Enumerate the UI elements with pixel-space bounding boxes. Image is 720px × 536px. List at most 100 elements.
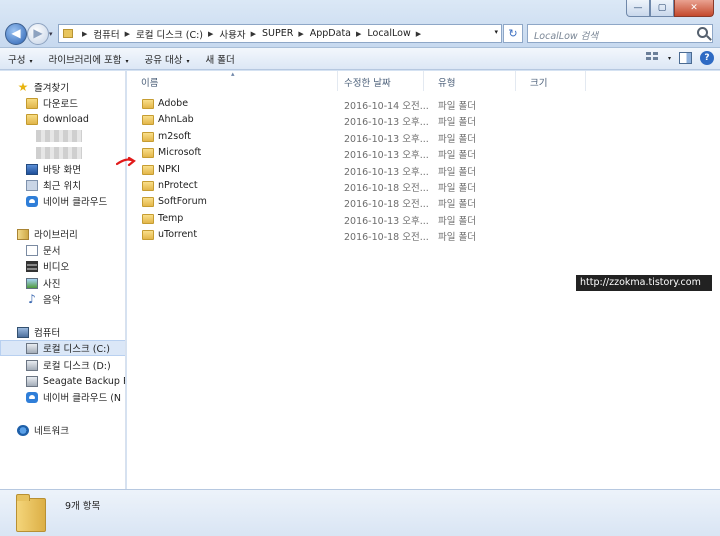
picture-icon bbox=[26, 277, 38, 289]
sidebar-item-documents[interactable]: 문서 bbox=[26, 242, 125, 258]
annotation-arrow-icon bbox=[116, 156, 136, 167]
details-pane: 9개 항목 bbox=[0, 489, 720, 536]
sort-ascending-icon: ▴ bbox=[231, 70, 235, 78]
folder-icon bbox=[26, 113, 38, 125]
folder-icon bbox=[142, 99, 154, 109]
file-type: 파일 폴더 bbox=[438, 166, 476, 178]
close-button[interactable]: ✕ bbox=[674, 0, 714, 17]
file-row[interactable]: m2soft 2016-10-13 오후... 파일 폴더 bbox=[127, 129, 720, 145]
file-type: 파일 폴더 bbox=[438, 150, 476, 162]
folder-icon bbox=[16, 494, 46, 532]
sidebar-item-local-disk-c[interactable]: 로컬 디스크 (C:) bbox=[0, 340, 125, 356]
breadcrumb-appdata[interactable]: AppData ▶ bbox=[310, 28, 368, 39]
sidebar-item-network[interactable]: 네트워크 bbox=[17, 422, 125, 438]
sidebar-item-downloads[interactable]: 다운로드 bbox=[26, 95, 125, 111]
search-icon[interactable] bbox=[697, 27, 708, 38]
desktop-icon bbox=[26, 163, 38, 175]
column-header-size[interactable]: 크기 bbox=[516, 71, 586, 91]
item-count: 9개 항목 bbox=[65, 501, 101, 512]
sidebar-item-music[interactable]: ♪ 음악 bbox=[26, 291, 125, 307]
file-date: 2016-10-13 오후... bbox=[344, 166, 429, 178]
drive-icon bbox=[26, 359, 38, 371]
refresh-button[interactable]: ↻ bbox=[503, 24, 523, 43]
column-header-date[interactable]: 수정한 날짜 bbox=[330, 71, 424, 91]
command-bar: 구성 ▾ 라이브러리에 포함 ▾ 공유 대상 ▾ 새 폴더 ▾ ? bbox=[0, 48, 720, 70]
breadcrumb-super[interactable]: SUPER ▶ bbox=[262, 28, 310, 39]
search-input[interactable]: LocalLow 검색 bbox=[527, 24, 713, 43]
file-row[interactable]: Temp 2016-10-13 오후... 파일 폴더 bbox=[127, 211, 720, 227]
minimize-button[interactable]: — bbox=[626, 0, 650, 17]
file-name: nProtect bbox=[158, 180, 198, 191]
file-row[interactable]: AhnLab 2016-10-13 오후... 파일 폴더 bbox=[127, 112, 720, 128]
preview-pane-icon[interactable] bbox=[679, 52, 692, 64]
sidebar-item-recent[interactable]: 최근 위치 bbox=[26, 177, 125, 193]
star-icon: ★ bbox=[17, 79, 29, 94]
sidebar-item-desktop[interactable]: 바탕 화면 bbox=[26, 161, 125, 177]
share-with-button[interactable]: 공유 대상 ▾ bbox=[136, 52, 197, 66]
sidebar-item-favorites[interactable]: ★ 즐겨찾기 bbox=[17, 79, 125, 95]
blurred-item bbox=[36, 130, 82, 142]
breadcrumb-users[interactable]: 사용자 ▶ bbox=[219, 27, 262, 41]
forward-button[interactable]: ▶ bbox=[27, 23, 49, 45]
sidebar-item-seagate[interactable]: Seagate Backup Plu bbox=[26, 373, 125, 389]
sidebar-item-computer[interactable]: 컴퓨터 bbox=[17, 324, 125, 340]
file-row[interactable]: nProtect 2016-10-18 오전... 파일 폴더 bbox=[127, 178, 720, 194]
watermark-url: http://zzokma.tistory.com bbox=[576, 275, 712, 291]
column-header-name[interactable]: 이름 ▴ bbox=[127, 70, 338, 91]
change-view-icon[interactable] bbox=[645, 52, 660, 64]
sidebar-item-naver-cloud[interactable]: 네이버 클라우드 bbox=[26, 193, 125, 209]
file-date: 2016-10-14 오전... bbox=[344, 101, 429, 112]
folder-icon bbox=[142, 164, 154, 175]
file-row[interactable]: uTorrent 2016-10-18 오전... 파일 폴더 bbox=[127, 227, 720, 243]
sidebar-item-libraries[interactable]: 라이브러리 bbox=[17, 226, 125, 242]
file-type: 파일 폴더 bbox=[438, 101, 476, 112]
network-icon bbox=[17, 424, 29, 436]
folder-icon bbox=[142, 131, 154, 142]
sidebar-item-local-disk-d[interactable]: 로컬 디스크 (D:) bbox=[26, 357, 125, 373]
file-date: 2016-10-13 오후... bbox=[344, 117, 429, 129]
maximize-button[interactable]: ▢ bbox=[650, 0, 674, 17]
help-icon[interactable]: ? bbox=[700, 51, 714, 65]
recent-pages-dropdown[interactable]: ▾ bbox=[49, 30, 53, 38]
breadcrumb-separator[interactable]: ▶ bbox=[77, 30, 93, 38]
external-drive-icon bbox=[26, 375, 38, 387]
drive-icon bbox=[26, 342, 38, 354]
file-row[interactable]: NPKI 2016-10-13 오후... 파일 폴더 bbox=[127, 162, 720, 178]
back-button[interactable]: ◀ bbox=[5, 23, 27, 45]
new-folder-button[interactable]: 새 폴더 bbox=[197, 52, 242, 66]
file-date: 2016-10-18 오전... bbox=[344, 199, 429, 211]
file-type: 파일 폴더 bbox=[438, 215, 476, 227]
sidebar-item-naver-cloud-n[interactable]: 네이버 클라우드 (N bbox=[26, 389, 125, 405]
file-name: NPKI bbox=[158, 163, 180, 175]
organize-button[interactable]: 구성 ▾ bbox=[0, 52, 41, 66]
file-date: 2016-10-18 오전... bbox=[344, 183, 429, 194]
include-in-library-button[interactable]: 라이브러리에 포함 ▾ bbox=[41, 52, 137, 66]
computer-icon bbox=[17, 326, 29, 338]
file-row[interactable]: Microsoft 2016-10-13 오후... 파일 폴더 bbox=[127, 145, 720, 161]
file-name: AhnLab bbox=[158, 114, 194, 126]
file-name: Adobe bbox=[158, 98, 189, 109]
address-dropdown-icon[interactable]: ▾ bbox=[494, 28, 498, 36]
address-bar[interactable]: ▶ 컴퓨터 ▶ 로컬 디스크 (C:) ▶ 사용자 ▶ SUPER ▶ AppData ▶… bbox=[58, 24, 502, 43]
music-note-icon: ♪ bbox=[28, 291, 36, 306]
downloads-folder-icon bbox=[26, 97, 38, 109]
sidebar-item-videos[interactable]: 비디오 bbox=[26, 258, 125, 274]
view-dropdown-icon[interactable]: ▾ bbox=[668, 55, 671, 62]
breadcrumb-locallow[interactable]: LocalLow ▶ bbox=[367, 28, 427, 39]
breadcrumb-local-disk-c[interactable]: 로컬 디스크 (C:) ▶ bbox=[136, 27, 219, 41]
file-type: 파일 폴더 bbox=[438, 117, 476, 129]
file-type: 파일 폴더 bbox=[438, 199, 476, 211]
recent-places-icon bbox=[26, 179, 38, 191]
file-row[interactable]: SoftForum 2016-10-18 오전... 파일 폴더 bbox=[127, 194, 720, 210]
document-icon bbox=[26, 244, 38, 256]
title-bar: — ▢ ✕ ◀ ▶ ▾ ▶ 컴퓨터 ▶ 로컬 디스크 (C:) ▶ 사용자 ▶ SUP… bbox=[0, 0, 720, 48]
file-row[interactable]: Adobe 2016-10-14 오전... 파일 폴더 bbox=[127, 96, 720, 112]
sidebar-item-download[interactable]: download bbox=[26, 111, 125, 127]
sidebar-item-pictures[interactable]: 사진 bbox=[26, 275, 125, 291]
file-type: 파일 폴더 bbox=[438, 183, 476, 194]
cloud-icon bbox=[26, 391, 38, 403]
folder-icon bbox=[142, 181, 154, 191]
blurred-item bbox=[36, 147, 82, 159]
column-header-type[interactable]: 유형 bbox=[424, 71, 516, 91]
breadcrumb-computer[interactable]: 컴퓨터 ▶ bbox=[93, 27, 136, 41]
